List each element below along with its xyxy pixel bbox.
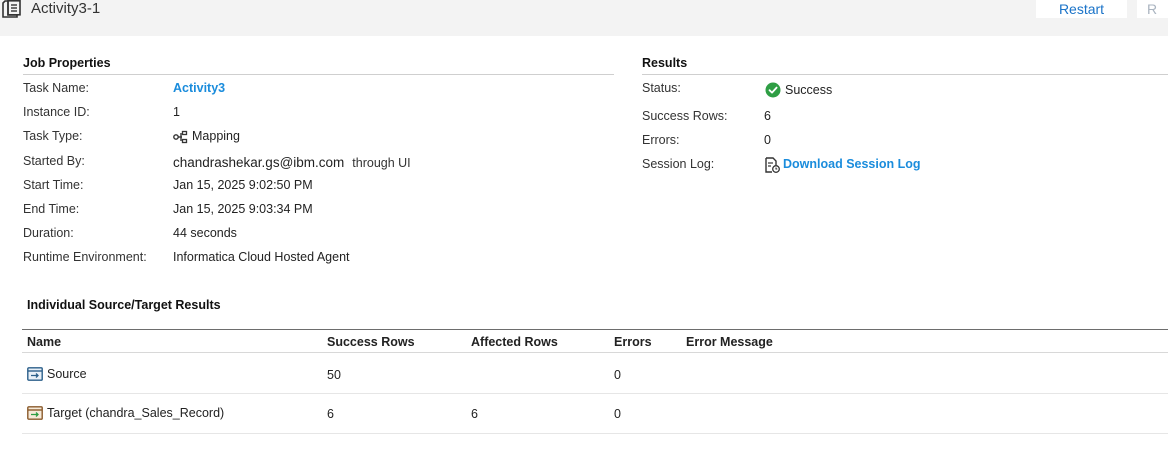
row-errors: 0 [614,407,621,421]
row-affected-rows: 6 [471,407,478,421]
row-name: Source [47,367,87,381]
col-header-affected-rows[interactable]: Affected Rows [471,335,558,349]
document-icon [2,0,22,18]
task-name-link[interactable]: Activity3 [173,81,225,95]
started-by-label: Started By: [23,154,85,168]
individual-results-heading: Individual Source/Target Results [27,298,221,312]
task-type-label: Task Type: [23,129,83,143]
duration-value: 44 seconds [173,226,237,240]
table-top-border [22,329,1168,330]
runtime-env-value: Informatica Cloud Hosted Agent [173,250,350,264]
row-name: Target (chandra_Sales_Record) [47,406,225,420]
start-time-value: Jan 15, 2025 9:02:50 PM [173,178,313,192]
errors-value: 0 [764,133,771,147]
duration-label: Duration: [23,226,74,240]
started-by-value: chandrashekar.gs@ibm.com [173,155,345,170]
task-type-value: Mapping [192,129,240,143]
row-divider [22,393,1168,394]
task-name-label: Task Name: [23,81,89,95]
status-value: Success [785,83,833,97]
session-log-label: Session Log: [642,157,715,171]
run-button[interactable]: R [1137,0,1168,18]
row-success-rows: 50 [327,368,341,382]
target-icon [27,406,43,423]
log-file-icon [764,157,780,176]
started-via-text: through UI [352,156,411,170]
results-heading: Results [642,56,688,70]
instance-id-label: Instance ID: [23,105,90,119]
mapping-icon [173,130,189,147]
end-time-label: End Time: [23,202,80,216]
col-header-errors[interactable]: Errors [614,335,652,349]
runtime-env-label: Runtime Environment: [23,250,147,264]
results-divider [642,74,1168,75]
start-time-label: Start Time: [23,178,84,192]
job-properties-divider [23,74,614,75]
success-rows-value: 6 [764,109,771,123]
col-header-name[interactable]: Name [27,335,61,349]
col-header-error-message[interactable]: Error Message [686,335,773,349]
instance-id-value: 1 [173,105,180,119]
row-success-rows: 6 [327,407,334,421]
success-rows-label: Success Rows: [642,109,728,123]
source-icon [27,367,43,384]
col-header-success-rows[interactable]: Success Rows [327,335,415,349]
status-label: Status: [642,81,681,95]
page-title: Activity3-1 [31,0,101,17]
download-session-log-link[interactable]: Download Session Log [783,157,921,171]
errors-label: Errors: [642,133,680,147]
row-errors: 0 [614,368,621,382]
end-time-value: Jan 15, 2025 9:03:34 PM [173,202,313,216]
success-check-icon [765,82,781,101]
job-properties-heading: Job Properties [23,56,111,70]
table-header-divider [22,352,1168,353]
restart-button[interactable]: Restart [1036,0,1127,18]
row-divider [22,433,1168,434]
page-header: Activity3-1 Restart R [0,0,1168,36]
